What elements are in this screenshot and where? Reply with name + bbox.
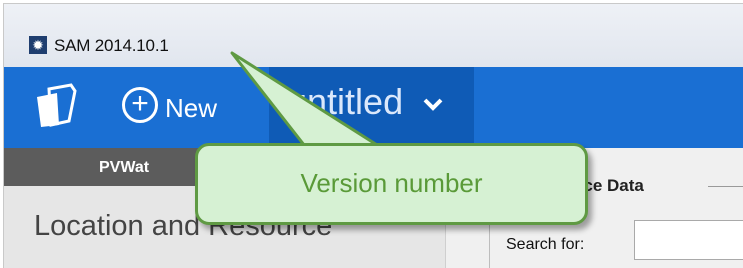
callout-pointer [230, 51, 387, 152]
version-callout: Version number [195, 143, 588, 225]
callout-label: Version number [300, 168, 483, 198]
